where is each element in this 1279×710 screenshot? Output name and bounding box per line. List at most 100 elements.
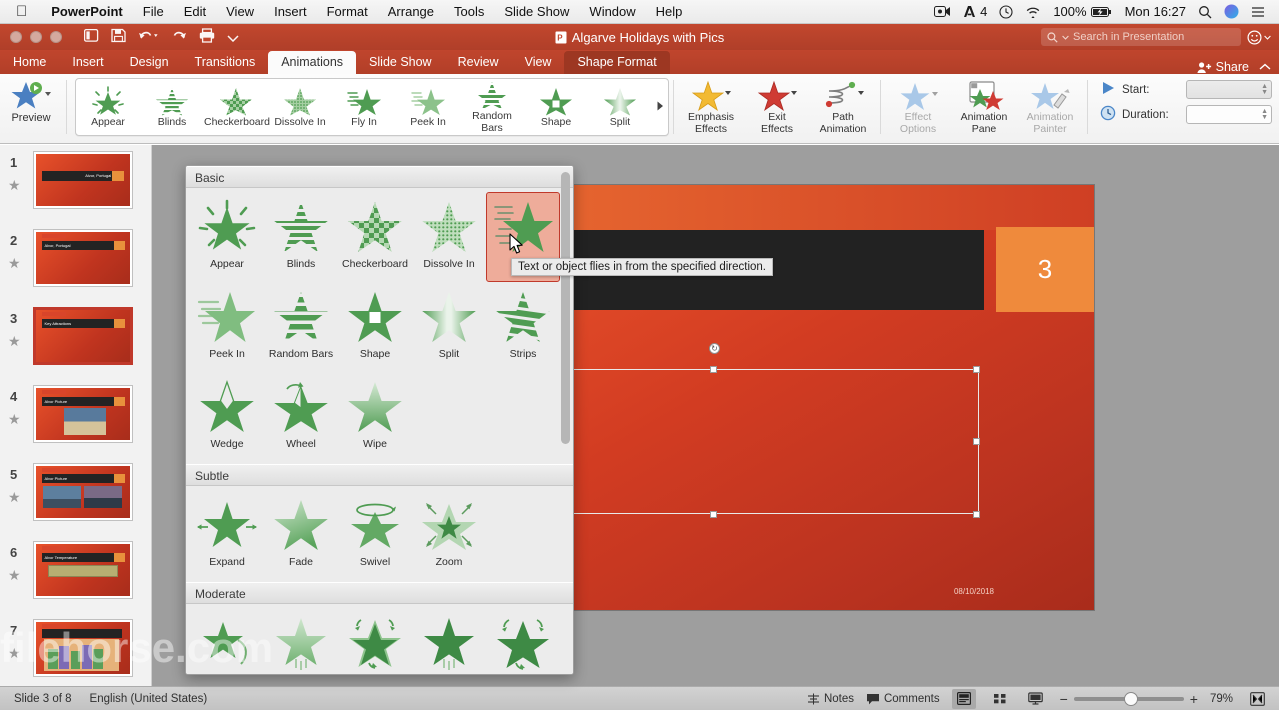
anim-expand[interactable]: Expand: [190, 490, 264, 580]
thumbnail-item-1[interactable]: 1 ★ Alvor, Portugal: [0, 149, 151, 223]
menu-tools[interactable]: Tools: [444, 0, 494, 24]
slide-sorter-view-icon[interactable]: [988, 689, 1012, 709]
plus-icon[interactable]: +: [1190, 692, 1198, 706]
gallery-more-arrow[interactable]: [652, 100, 668, 115]
animation-gallery-strip[interactable]: Appear Blinds Checkerboard Dissolve In F…: [75, 78, 669, 136]
anim-float-up[interactable]: [412, 608, 486, 674]
anim-wipe[interactable]: Wipe: [338, 372, 412, 462]
thumbnail-item-4[interactable]: 4 ★ Alvor Picture: [0, 383, 151, 457]
adobe-icon[interactable]: 4: [963, 4, 987, 19]
tab-view[interactable]: View: [512, 51, 565, 74]
zoom-button[interactable]: [50, 31, 62, 43]
ribbon-anim-checkerboard[interactable]: Checkerboard: [204, 86, 270, 128]
emphasis-effects-button[interactable]: Emphasis Effects: [678, 74, 744, 135]
menu-format[interactable]: Format: [317, 0, 378, 24]
time-machine-icon[interactable]: [999, 4, 1013, 19]
apple-icon[interactable]: : [16, 4, 27, 19]
tab-transitions[interactable]: Transitions: [182, 51, 269, 74]
anim-wheel[interactable]: Wheel: [264, 372, 338, 462]
minimize-button[interactable]: [30, 31, 42, 43]
path-animation-button[interactable]: Path Animation: [810, 74, 876, 135]
thumbnail-item-6[interactable]: 6 ★ Alvor Temperature: [0, 539, 151, 613]
zoom-knob[interactable]: [1123, 691, 1138, 706]
customize-toolbar-icon[interactable]: [227, 30, 239, 45]
rotate-handle-icon[interactable]: ↻: [709, 343, 720, 354]
ribbon-anim-blinds[interactable]: Blinds: [140, 86, 204, 128]
fit-to-window-icon[interactable]: [1245, 689, 1269, 709]
anim-grow-turn[interactable]: [486, 608, 560, 674]
slideshow-view-icon[interactable]: [1024, 689, 1048, 709]
ribbon-anim-split[interactable]: Split: [588, 86, 652, 128]
ribbon-anim-random-bars[interactable]: Random Bars: [460, 80, 524, 134]
start-dropdown[interactable]: ▲ ▼: [1186, 80, 1272, 99]
menu-app-name[interactable]: PowerPoint: [41, 0, 133, 24]
menu-insert[interactable]: Insert: [264, 0, 317, 24]
selected-placeholder[interactable]: ↻: [574, 343, 980, 518]
slide-thumbnail[interactable]: [33, 619, 133, 677]
zoom-track[interactable]: [1073, 691, 1184, 706]
resize-handle-tc[interactable]: [710, 366, 717, 373]
anim-swivel[interactable]: Swivel: [338, 490, 412, 580]
slide-thumbnail[interactable]: Alvor, Portugal: [33, 229, 133, 287]
notes-button[interactable]: Notes: [807, 693, 854, 705]
tab-design[interactable]: Design: [117, 51, 182, 74]
slide-thumbnail-selected[interactable]: Key Attractions: [33, 307, 133, 365]
slide-thumbnail[interactable]: Alvor Picture: [33, 385, 133, 443]
ribbon-anim-peek-in[interactable]: Peek In: [396, 86, 460, 128]
exit-effects-button[interactable]: Exit Effects: [744, 74, 810, 135]
wifi-icon[interactable]: [1025, 6, 1041, 18]
ribbon-anim-fly-in[interactable]: Fly In: [332, 86, 396, 128]
anim-zoom[interactable]: Zoom: [412, 490, 486, 580]
ribbon-anim-appear[interactable]: Appear: [76, 86, 140, 128]
preview-button[interactable]: Preview: [0, 74, 62, 124]
anim-float-down[interactable]: [264, 608, 338, 674]
popup-scrollbar-thumb[interactable]: [561, 172, 570, 444]
resize-handle-bc[interactable]: [710, 511, 717, 518]
menu-arrange[interactable]: Arrange: [378, 0, 444, 24]
tab-animations[interactable]: Animations: [268, 51, 357, 74]
thumbnail-item-2[interactable]: 2 ★ Alvor, Portugal: [0, 227, 151, 301]
comments-button[interactable]: Comments: [866, 693, 940, 705]
print-icon[interactable]: [199, 28, 215, 46]
window-controls[interactable]: [0, 31, 62, 43]
spotlight-icon[interactable]: [1198, 5, 1212, 19]
duration-input[interactable]: ▲ ▼: [1186, 105, 1272, 124]
feedback-smiley-icon[interactable]: [1247, 29, 1271, 45]
siri-icon[interactable]: [1224, 4, 1239, 19]
menu-edit[interactable]: Edit: [174, 0, 216, 24]
resize-handle-br[interactable]: [973, 511, 980, 518]
tab-review[interactable]: Review: [445, 51, 512, 74]
close-button[interactable]: [10, 31, 22, 43]
tab-home[interactable]: Home: [0, 51, 59, 74]
anim-peek-in[interactable]: Peek In: [190, 282, 264, 372]
anim-split[interactable]: Split: [412, 282, 486, 372]
battery-status[interactable]: 100%: [1053, 4, 1112, 19]
menu-view[interactable]: View: [216, 0, 264, 24]
thumbnail-item-7[interactable]: 7 ★: [0, 617, 151, 686]
anim-wedge[interactable]: Wedge: [190, 372, 264, 462]
anim-checkerboard[interactable]: Checkerboard: [338, 192, 412, 282]
anim-shape[interactable]: Shape: [338, 282, 412, 372]
animation-painter-button[interactable]: Animation Painter: [1017, 74, 1083, 135]
menu-slide-show[interactable]: Slide Show: [494, 0, 579, 24]
resize-handle-mr[interactable]: [973, 438, 980, 445]
search-in-presentation[interactable]: Search in Presentation: [1041, 28, 1241, 46]
zoom-slider[interactable]: − +: [1060, 691, 1198, 706]
slide-thumbnail[interactable]: Alvor Picture: [33, 463, 133, 521]
resize-handle-tr[interactable]: [973, 366, 980, 373]
tab-slide-show[interactable]: Slide Show: [356, 51, 445, 74]
menu-window[interactable]: Window: [579, 0, 645, 24]
effect-options-button[interactable]: Effect Options: [885, 74, 951, 135]
screen-record-icon[interactable]: [934, 5, 951, 18]
thumbnail-item-5[interactable]: 5 ★ Alvor Picture: [0, 461, 151, 535]
animation-pane-button[interactable]: Animation Pane: [951, 74, 1017, 135]
menu-bar-clock[interactable]: Mon 16:27: [1125, 4, 1186, 19]
tab-shape-format[interactable]: Shape Format: [564, 51, 670, 74]
share-button[interactable]: Share: [1197, 60, 1279, 74]
anim-dissolve-in[interactable]: Dissolve In: [412, 192, 486, 282]
ribbon-anim-shape[interactable]: Shape: [524, 86, 588, 128]
minus-icon[interactable]: −: [1060, 692, 1068, 706]
normal-view-icon[interactable]: [951, 688, 976, 709]
sidebar-toggle-icon[interactable]: [83, 28, 99, 46]
menu-file[interactable]: File: [133, 0, 174, 24]
